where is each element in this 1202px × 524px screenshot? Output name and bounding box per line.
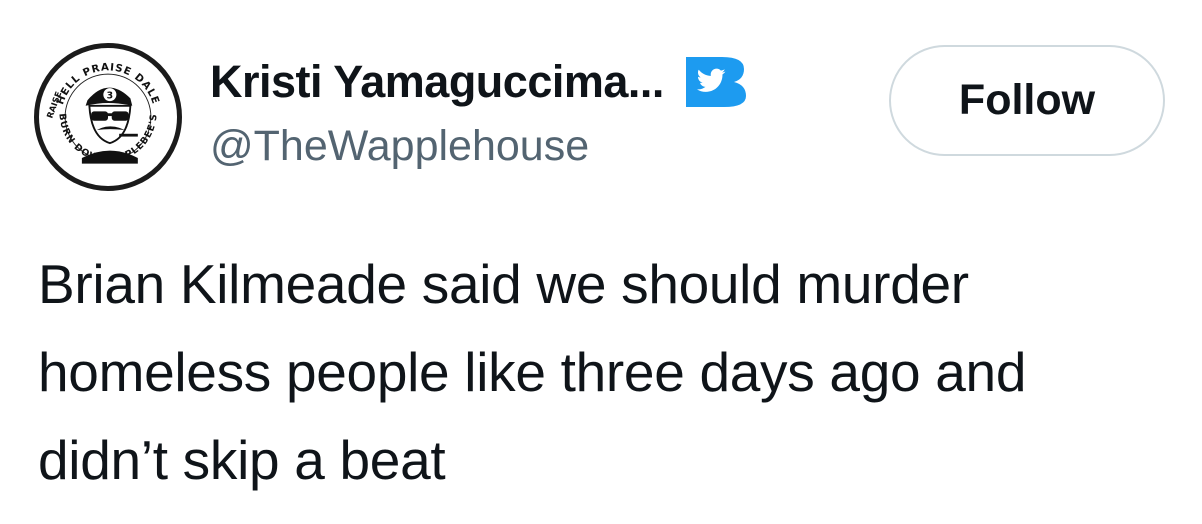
- tweet-text: Brian Kilmeade said we should murder hom…: [38, 240, 1178, 504]
- author-handle[interactable]: @TheWapplehouse: [210, 122, 589, 171]
- tweet-text-line: homeless people like three days ago and: [38, 341, 1027, 403]
- twitter-blue-badge[interactable]: [682, 55, 748, 109]
- tweet-text-line: Brian Kilmeade said we should murder: [38, 253, 969, 315]
- follow-button[interactable]: Follow: [889, 45, 1165, 156]
- avatar-cap-number: 3: [107, 90, 113, 101]
- avatar-image: HELL PRAISE DALE BURN DOWN APPLEBEE'S RA…: [42, 51, 174, 183]
- avatar[interactable]: HELL PRAISE DALE BURN DOWN APPLEBEE'S RA…: [34, 43, 182, 191]
- author-name-row: Kristi Yamaguccima...: [210, 52, 748, 112]
- tweet-text-line: didn’t skip a beat: [38, 429, 446, 491]
- author-display-name[interactable]: Kristi Yamaguccima...: [210, 56, 664, 108]
- twitter-bird-icon: [685, 57, 746, 107]
